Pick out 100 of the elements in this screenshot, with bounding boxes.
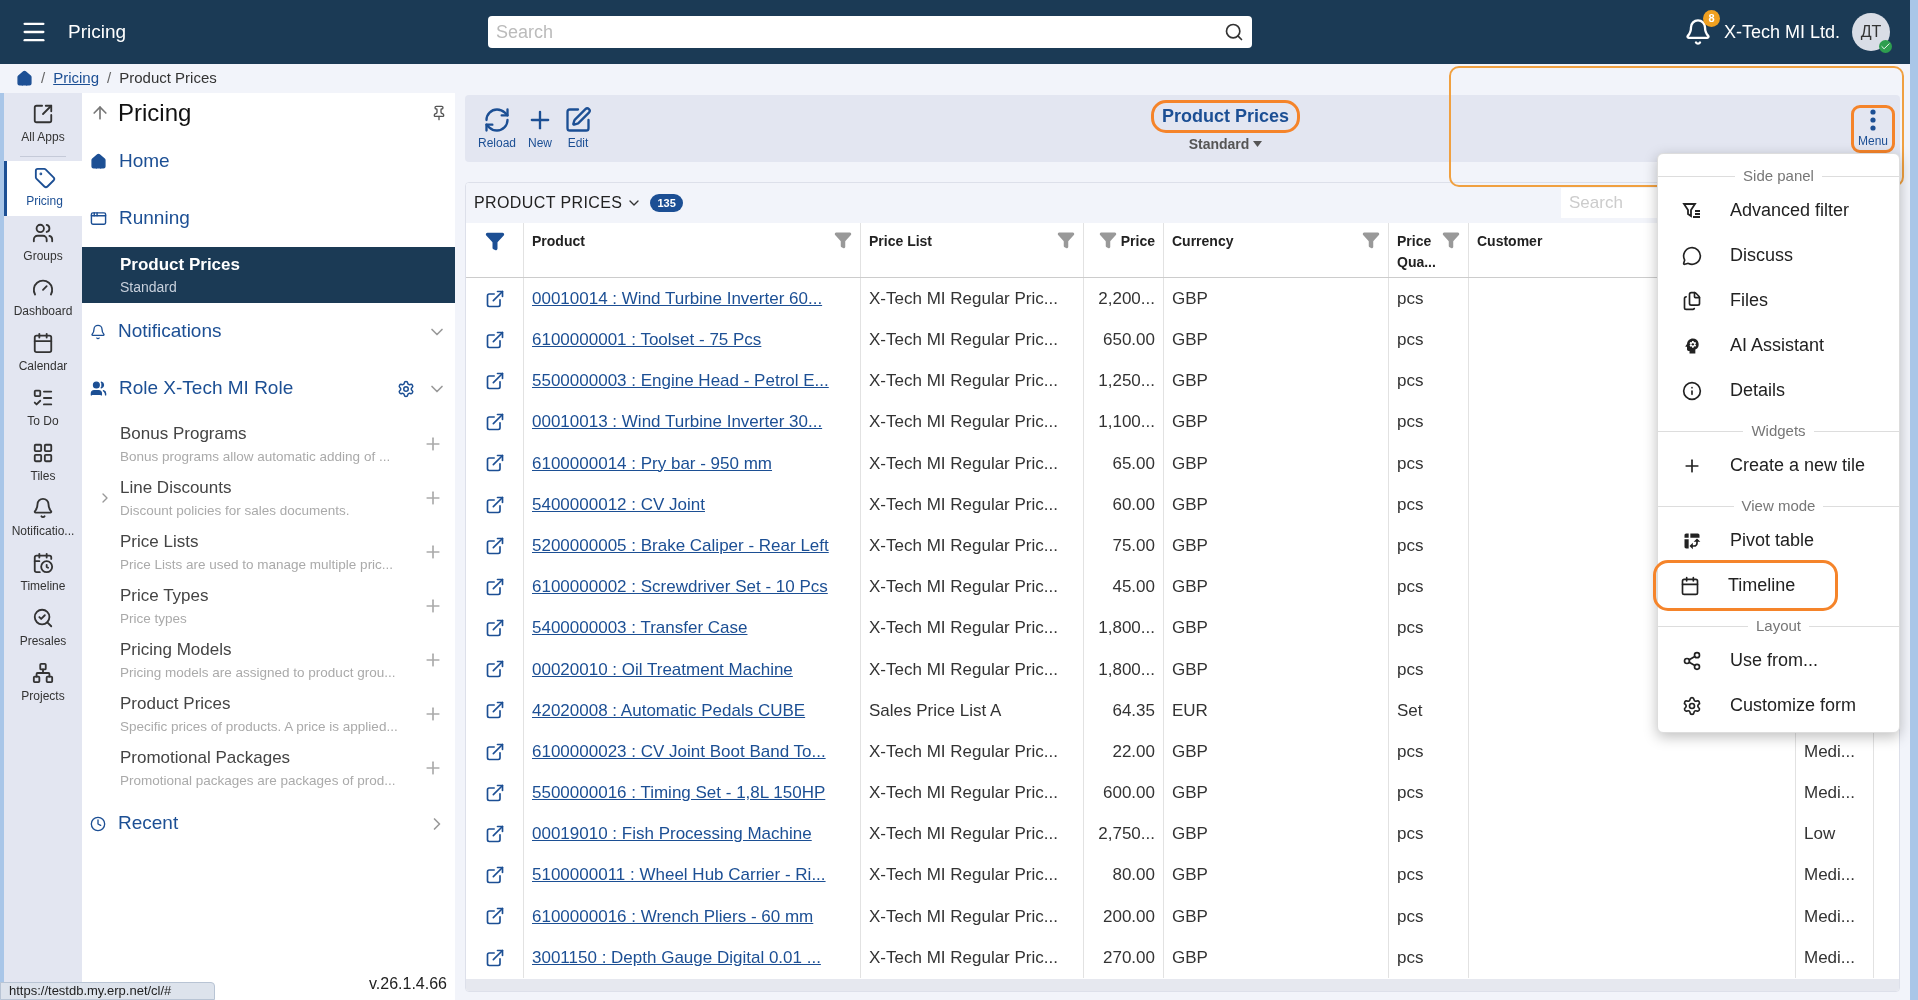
open-record-icon[interactable] [484,700,505,721]
breadcrumb-current: Product Prices [119,68,217,89]
product-link[interactable]: 42020008 : Automatic Pedals CUBE [532,697,806,724]
current-nav-item[interactable]: Product Prices Standard [82,247,455,303]
product-link[interactable]: 6100000001 : Toolset - 75 Pcs [532,327,762,353]
filter-icon[interactable] [484,231,505,251]
rail-item[interactable]: Presales [4,601,82,656]
menu-item[interactable]: AI Assistant [1658,323,1865,368]
column-header[interactable]: Currency [1172,231,1358,252]
open-record-icon[interactable] [484,576,505,597]
column-header[interactable]: Price List [869,231,1053,252]
table-cell-text: Medi... [1804,905,1856,928]
table-cell-text: GBP [1172,823,1208,846]
menu-button[interactable]: Menu [1853,107,1892,150]
column-filter-icon[interactable] [834,231,852,249]
breadcrumb-link[interactable]: Pricing [53,67,100,90]
toolbar-button[interactable]: Reload [473,105,522,152]
column-header[interactable]: Price [1120,231,1155,252]
view-selector[interactable]: Standard [1188,133,1263,155]
menu-item[interactable]: Customize form [1658,683,1897,728]
open-record-icon[interactable] [484,453,505,474]
search-icon[interactable] [1224,22,1244,42]
open-record-icon[interactable] [484,618,505,639]
version-label: v.26.1.4.66 [369,974,447,994]
rail-item[interactable]: Calendar [4,326,82,381]
menu-item[interactable]: Discuss [1658,233,1833,278]
menu-item[interactable]: Timeline [1656,563,1836,608]
product-link[interactable]: 3001150 : Depth Gauge Digital 0.01 ... [532,944,821,971]
column-filter-icon[interactable] [1362,231,1380,249]
table-cell-text: Medi... [1804,740,1856,763]
open-record-icon[interactable] [484,947,505,968]
nav-item-title[interactable]: Price Lists [120,529,423,555]
nav-item-title[interactable]: Promotional Packages [120,745,423,771]
menu-item[interactable]: Pivot table [1658,518,1855,563]
rail-item[interactable]: Pricing [4,161,82,216]
rail-item[interactable]: To Do [4,381,82,436]
product-link[interactable]: 00020010 : Oil Treatment Machine [532,656,793,683]
nav-item-title[interactable]: Pricing Models [120,637,423,663]
open-record-icon[interactable] [484,329,505,350]
column-header[interactable]: Product [532,231,830,252]
product-link[interactable]: 6100000023 : CV Joint Boot Band To... [532,738,826,765]
product-link[interactable]: 00010014 : Wind Turbine Inverter 60... [532,285,823,312]
column-filter-icon[interactable] [1057,231,1075,249]
nav-link[interactable]: Home [82,133,455,190]
avatar[interactable]: ДТ [1852,13,1890,51]
column-filter-icon[interactable] [1098,231,1117,249]
open-record-icon[interactable] [484,412,505,433]
nav-section[interactable]: Notifications [82,303,455,360]
product-link[interactable]: 5500000003 : Engine Head - Petrol E... [532,368,829,394]
settings-icon[interactable] [397,379,415,398]
nav-item-title[interactable]: Bonus Programs [120,421,423,447]
open-record-icon[interactable] [484,906,505,927]
toolbar-button[interactable]: New [521,105,560,152]
open-record-icon[interactable] [484,741,505,762]
home-icon[interactable] [16,70,33,87]
open-record-icon[interactable] [484,370,505,391]
window-icon [90,210,107,227]
product-link[interactable]: 6100000014 : Pry bar - 950 mm [532,450,773,477]
horizontal-scrollbar[interactable] [466,979,1899,991]
rail-item[interactable]: Notificatio... [4,491,82,546]
rail-item[interactable]: Tiles [4,436,82,491]
column-header[interactable]: Price Qua... [1397,231,1438,273]
rail-item[interactable]: Dashboard [4,271,82,326]
product-link[interactable]: 5400000012 : CV Joint [532,491,705,518]
open-record-icon[interactable] [484,494,505,515]
open-record-icon[interactable] [484,288,505,309]
rail-item[interactable]: All Apps [4,97,82,152]
rail-item[interactable]: Timeline [4,546,82,601]
column-filter-icon[interactable] [1442,231,1460,249]
nav-section[interactable]: Role X-Tech MI Role [82,360,455,417]
product-link[interactable]: 6100000016 : Wrench Pliers - 60 mm [532,903,814,930]
nav-item-title[interactable]: Product Prices [120,691,423,717]
toolbar-button[interactable]: Edit [559,105,598,152]
product-link[interactable]: 5200000005 : Brake Caliper - Rear Left [532,532,829,559]
nav-section[interactable]: Recent [82,795,455,852]
menu-item[interactable]: Details [1658,368,1826,413]
breadcrumb-separator: / [41,68,46,89]
open-record-icon[interactable] [484,865,505,886]
menu-item[interactable]: Advanced filter [1658,188,1890,233]
nav-item-title[interactable]: Price Types [120,583,423,609]
nav-link[interactable]: Running [82,190,455,247]
open-record-icon[interactable] [484,782,505,803]
product-link[interactable]: 5500000016 : Timing Set - 1,8L 150HP [532,780,826,806]
menu-item[interactable]: Use from... [1658,638,1858,683]
rail-item[interactable]: Projects [4,656,82,711]
open-record-icon[interactable] [484,535,505,556]
table-title[interactable]: PRODUCT PRICES [474,191,623,215]
open-record-icon[interactable] [484,824,505,845]
product-link[interactable]: 5100000011 : Wheel Hub Carrier - Ri... [532,862,826,888]
product-link[interactable]: 6100000002 : Screwdriver Set - 10 Pcs [532,574,828,600]
nav-item-title[interactable]: Line Discounts [120,475,423,501]
search-field[interactable]: Search [488,16,1252,48]
product-link[interactable]: 00010013 : Wind Turbine Inverter 30... [532,409,823,435]
menu-item[interactable]: Create a new tile [1658,443,1906,488]
product-link[interactable]: 5400000003 : Transfer Case [532,615,748,641]
product-link[interactable]: 00019010 : Fish Processing Machine [532,821,812,847]
open-record-icon[interactable] [484,659,505,680]
pin-icon[interactable] [431,105,447,121]
rail-item[interactable]: Groups [4,216,82,271]
menu-item[interactable]: Files [1658,278,1808,323]
